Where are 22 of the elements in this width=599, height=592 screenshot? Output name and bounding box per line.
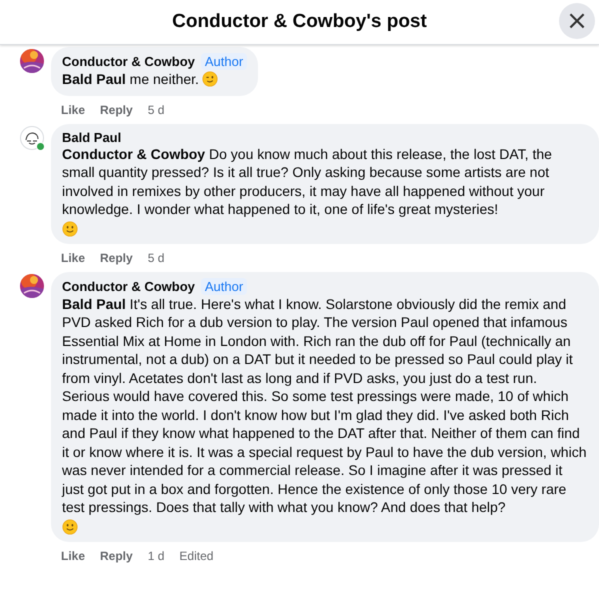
author-badge: Author [200,53,248,70]
reply-button[interactable]: Reply [100,250,133,264]
comment-text: Conductor & Cowboy Do you know much about this release, the lost DAT, the small quantity pressed? Is it all true? Only asking because some artists are not involved in remixes by other producers, it may have all happened without your knowledge. I wonder what happened to it, one of life's great mysteries! [62,146,552,217]
comment-time[interactable]: 1 d [148,548,164,562]
reply-button[interactable]: Reply [100,548,133,562]
winking-face-icon [202,71,218,87]
comment-time[interactable]: 5 d [148,250,164,264]
reply-button[interactable]: Reply [100,102,133,116]
like-button[interactable]: Like [61,102,86,116]
post-title: Conductor & Cowboy's post [172,11,427,33]
author-badge: Author [200,278,248,294]
like-button[interactable]: Like [61,548,86,562]
author-name[interactable]: Conductor & Cowboy [62,278,195,294]
comment-time[interactable]: 5 d [148,102,164,116]
like-button[interactable]: Like [61,250,86,264]
author-name[interactable]: Bald Paul [62,130,122,144]
author-name[interactable]: Conductor & Cowboy [62,54,195,69]
edited-label: Edited [179,548,214,562]
close-button[interactable]: × [559,3,595,39]
comment-text: Bald Paul me neither. [62,71,199,87]
comment-text: Bald Paul It's all true. Here's what I know. Solarstone obviously did the remix and PVD asked Rich for a dub version to play. The version Paul opened that infamous Essential Mix at Home in London with. Rich ran the dub off for Paul (technically an instrumental, not a dub) on a DAT but it needed to be pressed so Paul could play it from vinyl. Acetates don't last as long and if PVD asks, you just do a test run. Serious would have covered this. So some test pressings were made, 10 of which made it into the world. I don't know how but I'm glad they did. I've asked both Rich and Paul if they know what happened to the DAT after that. Neither of them can find it or know where it is. It was a special request by Paul to have the dub version, which was never intended for a commercial release. So I imagine after it was pressed it just got put in a box and forgotten. Hence the existence of only those 10 very rare test pressings. Does that tally with what you know? And does that help? [62,296,586,515]
avatar-icon[interactable] [20,126,44,150]
